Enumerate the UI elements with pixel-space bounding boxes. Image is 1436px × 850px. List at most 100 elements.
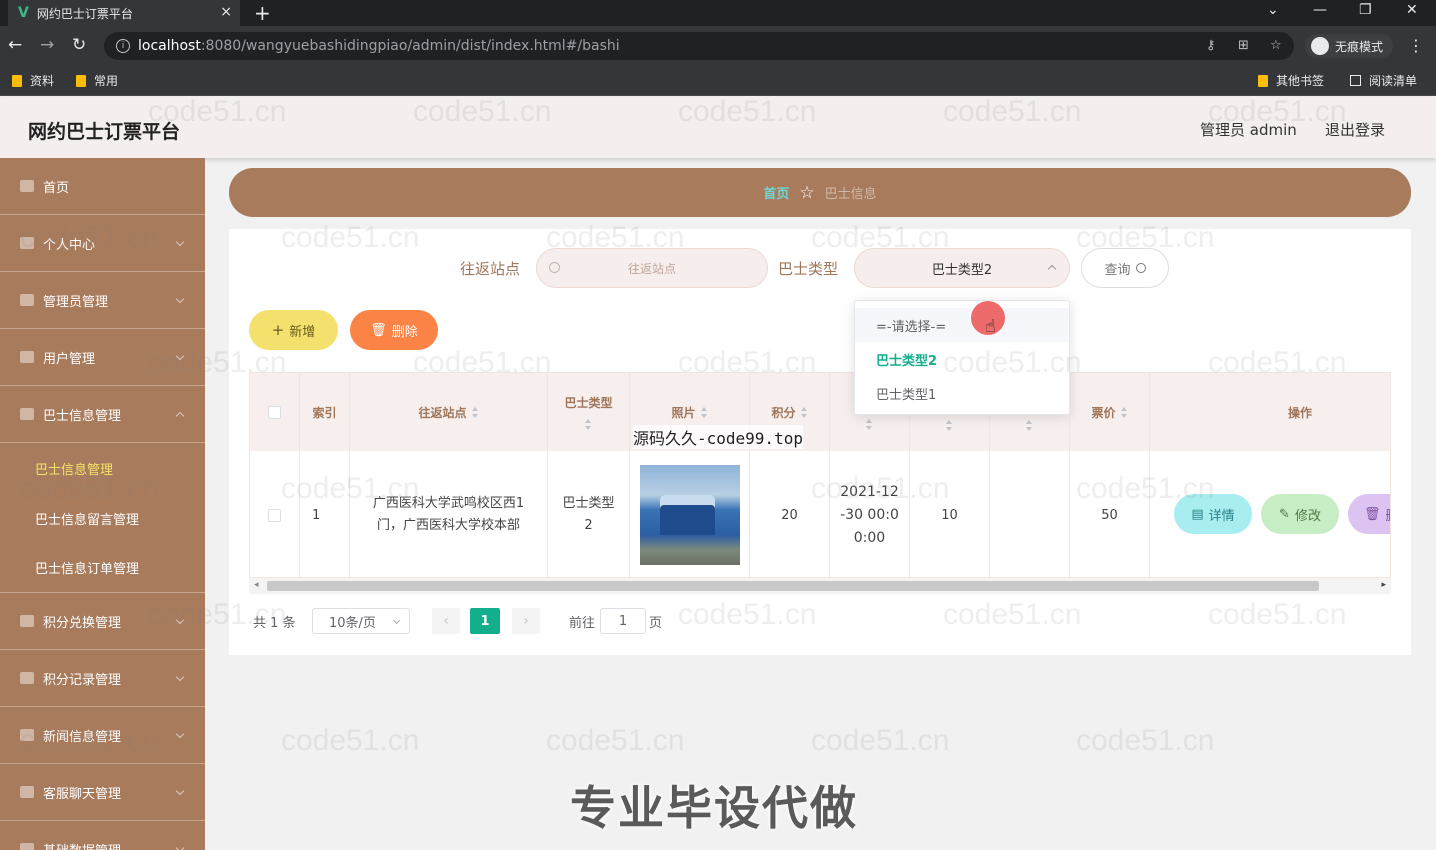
translate-icon[interactable]: ⊞ bbox=[1238, 38, 1249, 53]
cell-price: 50 bbox=[1070, 451, 1150, 577]
watermark: code51.cn bbox=[281, 724, 420, 757]
bus-type-select[interactable]: 巴士类型2 bbox=[854, 248, 1070, 288]
sort-icon[interactable] bbox=[1026, 420, 1033, 431]
sidebar-item-points-record[interactable]: 积分记录管理 bbox=[0, 650, 205, 707]
header-price[interactable]: 票价 bbox=[1070, 373, 1150, 451]
row-checkbox[interactable] bbox=[268, 508, 281, 522]
chevron-down-icon bbox=[175, 672, 185, 682]
chevron-down-icon bbox=[175, 237, 185, 247]
sidebar-subitem-bus-orders[interactable]: 巴士信息订单管理 bbox=[0, 543, 205, 593]
sidebar-item-points-exchange[interactable]: 积分兑换管理 bbox=[0, 593, 205, 650]
detail-button[interactable]: ▤ 详情 bbox=[1174, 494, 1252, 534]
sidebar-item-users[interactable]: 用户管理 bbox=[0, 329, 205, 386]
breadcrumb-home[interactable]: 首页 bbox=[763, 183, 789, 202]
folder-icon bbox=[12, 74, 22, 87]
goto-label: 前往 bbox=[569, 615, 596, 631]
news-icon bbox=[20, 729, 34, 741]
sidebar-item-news[interactable]: 新闻信息管理 bbox=[0, 707, 205, 764]
chevron-down-icon bbox=[175, 294, 185, 304]
cell-depart-time: 2021-12-30 00:00:00 bbox=[830, 451, 910, 577]
reading-list[interactable]: 阅读清单 bbox=[1350, 72, 1417, 89]
header-type[interactable]: 巴士类型 bbox=[548, 373, 630, 451]
bookmark-folder-other[interactable]: 其他书签 bbox=[1258, 72, 1324, 89]
admin-label: 管理员 admin bbox=[1200, 121, 1297, 139]
incognito-badge[interactable]: 无痕模式 bbox=[1305, 34, 1394, 58]
close-window-button[interactable]: ✕ bbox=[1406, 2, 1418, 18]
restore-button[interactable]: ❐ bbox=[1359, 2, 1372, 18]
sort-icon[interactable] bbox=[700, 406, 708, 418]
back-icon[interactable]: ← bbox=[8, 35, 22, 55]
incognito-icon bbox=[1311, 37, 1329, 55]
sort-icon[interactable] bbox=[946, 420, 953, 431]
station-search-input[interactable]: 往返站点 bbox=[536, 248, 768, 288]
browser-menu-icon[interactable]: ⋮ bbox=[1408, 36, 1424, 55]
scroll-left-icon[interactable]: ◂ bbox=[254, 580, 259, 590]
tab-search-icon[interactable]: ⌄ bbox=[1267, 2, 1279, 18]
query-button[interactable]: 查询 bbox=[1081, 248, 1169, 288]
tab-close-icon[interactable]: × bbox=[220, 4, 232, 20]
next-page-button[interactable]: › bbox=[512, 608, 540, 634]
dropdown-option-type2[interactable]: 巴士类型2 bbox=[855, 342, 1069, 376]
reading-list-icon bbox=[1350, 75, 1361, 86]
browser-tab[interactable]: V 网约巴士订票平台 × bbox=[8, 0, 240, 26]
row-delete-button[interactable]: 🗑删 bbox=[1348, 494, 1390, 534]
app-title: 网约巴士订票平台 bbox=[28, 121, 181, 143]
bookmarks-bar: 资料 常用 其他书签 阅读清单 bbox=[0, 66, 1436, 96]
page-suffix: 页 bbox=[649, 615, 663, 631]
trash-icon: 🗑 bbox=[1364, 506, 1381, 522]
sidebar-item-home[interactable]: 首页 bbox=[0, 158, 205, 215]
forward-icon[interactable]: → bbox=[40, 35, 54, 55]
reload-icon[interactable]: ↻ bbox=[72, 35, 86, 55]
bus-photo[interactable] bbox=[639, 465, 740, 565]
scrollbar-thumb[interactable] bbox=[267, 581, 1319, 591]
sort-icon[interactable] bbox=[866, 419, 873, 430]
sidebar-subitem-bus-comments[interactable]: 巴士信息留言管理 bbox=[0, 493, 205, 543]
sidebar-item-chat[interactable]: 客服聊天管理 bbox=[0, 764, 205, 821]
folder-icon bbox=[1258, 74, 1268, 87]
folder-icon bbox=[76, 74, 86, 87]
trash-icon: 🗑 bbox=[370, 322, 387, 338]
watermark: code51.cn bbox=[1076, 724, 1215, 757]
dropdown-option-placeholder[interactable]: =-请选择-= bbox=[855, 308, 1069, 342]
cell-station: 广西医科大学武鸣校区西1门，广西医科大学校本部 bbox=[350, 451, 548, 577]
cell-photo bbox=[630, 451, 750, 577]
url-field[interactable]: i localhost:8080/wangyuebashidingpiao/ad… bbox=[104, 32, 1294, 60]
sort-icon[interactable] bbox=[471, 406, 479, 418]
sort-icon[interactable] bbox=[800, 406, 808, 418]
delete-button[interactable]: 🗑 删除 bbox=[350, 310, 438, 350]
page-size-select[interactable]: 10条/页 bbox=[312, 608, 410, 634]
bus-table: 索引 往返站点 巴士类型 照片 积分 发 票价 操作 1 广西医科大学武鸣校区西… bbox=[249, 372, 1391, 578]
chevron-up-icon bbox=[1047, 264, 1057, 274]
header-station[interactable]: 往返站点 bbox=[350, 373, 548, 451]
add-button[interactable]: + 新增 bbox=[249, 310, 338, 350]
cell-ops: ▤详情 ✎修改 🗑删 bbox=[1150, 451, 1390, 577]
logout-link[interactable]: 退出登录 bbox=[1325, 119, 1385, 140]
prev-page-button[interactable]: ‹ bbox=[432, 608, 460, 634]
bus-icon bbox=[20, 408, 34, 420]
sidebar-subitem-bus-info[interactable]: 巴士信息管理 bbox=[0, 443, 205, 493]
scroll-right-icon[interactable]: ▸ bbox=[1381, 580, 1386, 590]
star-icon[interactable]: ☆ bbox=[1270, 38, 1282, 53]
minimize-button[interactable]: — bbox=[1313, 2, 1327, 18]
sort-icon[interactable] bbox=[1120, 406, 1128, 418]
sort-icon[interactable] bbox=[585, 419, 592, 430]
edit-button[interactable]: ✎ 修改 bbox=[1261, 494, 1339, 534]
site-info-icon[interactable]: i bbox=[116, 39, 130, 53]
sidebar-item-admin[interactable]: 管理员管理 bbox=[0, 272, 205, 329]
bookmark-folder-ziliao[interactable]: 资料 bbox=[12, 72, 54, 89]
select-all-checkbox[interactable] bbox=[268, 405, 281, 419]
star-icon: ☆ bbox=[799, 182, 815, 203]
sidebar-item-base-data[interactable]: 基础数据管理 bbox=[0, 821, 205, 850]
goto-page-input[interactable]: 1 bbox=[600, 608, 646, 634]
new-tab-button[interactable]: + bbox=[254, 1, 271, 25]
sidebar-item-profile[interactable]: 个人中心 bbox=[0, 215, 205, 272]
users-icon bbox=[20, 351, 34, 363]
horizontal-scrollbar[interactable]: ◂ ▸ bbox=[249, 578, 1391, 594]
dropdown-option-type1[interactable]: 巴士类型1 bbox=[855, 376, 1069, 410]
key-icon[interactable]: ⚷ bbox=[1206, 38, 1216, 53]
sidebar-item-bus[interactable]: 巴士信息管理 bbox=[0, 386, 205, 443]
bus-type-dropdown: =-请选择-= 巴士类型2 巴士类型1 bbox=[854, 300, 1070, 415]
bookmark-folder-changyong[interactable]: 常用 bbox=[76, 72, 118, 89]
page-number-current[interactable]: 1 bbox=[470, 608, 500, 634]
watermark: code51.cn bbox=[546, 724, 685, 757]
